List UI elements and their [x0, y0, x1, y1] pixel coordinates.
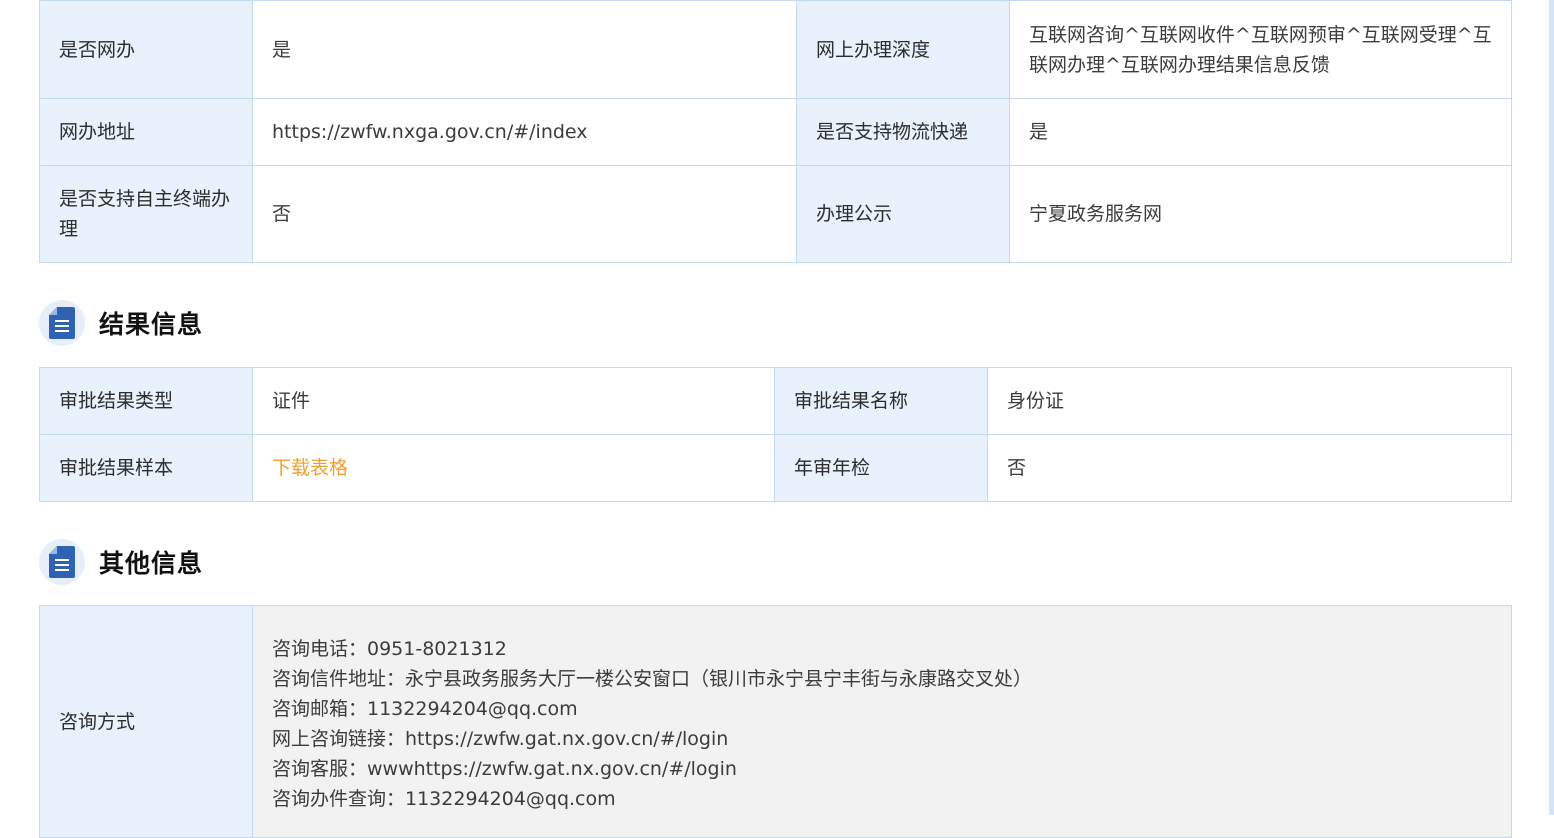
table-row: 网办地址 https://zwfw.nxga.gov.cn/#/index 是否…	[39, 98, 1512, 166]
table-row: 是否网办 是 网上办理深度 互联网咨询^互联网收件^互联网预审^互联网受理^互联…	[39, 0, 1512, 99]
value-express-support: 是	[1009, 98, 1512, 166]
label-is-online: 是否网办	[39, 0, 253, 99]
label-result-name: 审批结果名称	[774, 367, 988, 435]
result-info-table: 审批结果类型 证件 审批结果名称 身份证 审批结果样本 下载表格 年审年检 否	[39, 367, 1512, 502]
contact-email: 咨询邮箱：1132294204@qq.com	[272, 697, 578, 720]
page-right-edge	[1549, 0, 1554, 815]
label-contact-method: 咨询方式	[39, 605, 253, 838]
other-info-table: 咨询方式 咨询电话：0951-8021312 咨询信件地址：永宁县政务服务大厅一…	[39, 605, 1512, 838]
value-online-depth: 互联网咨询^互联网收件^互联网预审^互联网受理^互联网办理^互联网办理结果信息反…	[1009, 0, 1512, 99]
label-public-notice: 办理公示	[796, 165, 1010, 263]
label-online-address: 网办地址	[39, 98, 253, 166]
contact-customer-service: 咨询客服：wwwhttps://zwfw.gat.nx.gov.cn/#/log…	[272, 757, 737, 780]
label-express-support: 是否支持物流快递	[796, 98, 1010, 166]
value-result-name: 身份证	[987, 367, 1512, 435]
value-public-notice: 宁夏政务服务网	[1009, 165, 1512, 263]
contact-phone: 咨询电话：0951-8021312	[272, 637, 507, 660]
value-result-sample: 下载表格	[252, 434, 775, 502]
value-online-address[interactable]: https://zwfw.nxga.gov.cn/#/index	[252, 98, 797, 166]
section-title: 其他信息	[99, 549, 204, 578]
value-is-online: 是	[252, 0, 797, 99]
result-info-header: 结果信息	[39, 298, 203, 348]
value-self-terminal: 否	[252, 165, 797, 263]
table-row: 是否支持自主终端办理 否 办理公示 宁夏政务服务网	[39, 165, 1512, 263]
other-info-header: 其他信息	[39, 537, 203, 587]
section-title: 结果信息	[99, 310, 204, 339]
label-online-depth: 网上办理深度	[796, 0, 1010, 99]
table-row: 咨询方式 咨询电话：0951-8021312 咨询信件地址：永宁县政务服务大厅一…	[39, 605, 1512, 838]
value-annual-review: 否	[987, 434, 1512, 502]
table-row: 审批结果样本 下载表格 年审年检 否	[39, 434, 1512, 502]
label-self-terminal: 是否支持自主终端办理	[39, 165, 253, 263]
contact-mail-address: 咨询信件地址：永宁县政务服务大厅一楼公安窗口（银川市永宁县宁丰街与永康路交叉处）	[272, 667, 1033, 690]
contact-lines: 咨询电话：0951-8021312 咨询信件地址：永宁县政务服务大厅一楼公安窗口…	[252, 605, 1512, 838]
label-result-type: 审批结果类型	[39, 367, 253, 435]
online-handling-table: 是否网办 是 网上办理深度 互联网咨询^互联网收件^互联网预审^互联网受理^互联…	[39, 0, 1512, 263]
table-row: 审批结果类型 证件 审批结果名称 身份证	[39, 367, 1512, 435]
contact-case-query: 咨询办件查询：1132294204@qq.com	[272, 787, 616, 810]
document-icon	[39, 300, 85, 346]
value-result-type: 证件	[252, 367, 775, 435]
document-icon	[39, 539, 85, 585]
contact-online-link: 网上咨询链接：https://zwfw.gat.nx.gov.cn/#/logi…	[272, 727, 729, 750]
download-form-link[interactable]: 下载表格	[272, 457, 348, 479]
label-annual-review: 年审年检	[774, 434, 988, 502]
label-result-sample: 审批结果样本	[39, 434, 253, 502]
